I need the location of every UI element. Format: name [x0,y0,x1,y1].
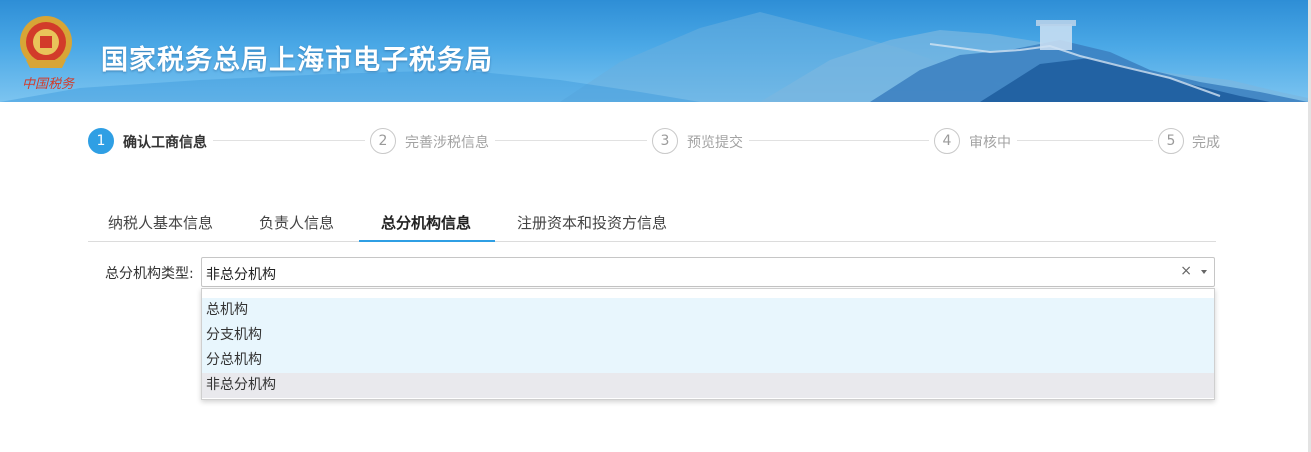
dropdown-option[interactable]: 分支机构 [202,323,1214,348]
caret-down-icon[interactable] [1201,270,1207,274]
step-5-circle: 5 [1158,128,1184,154]
step-4-circle: 4 [934,128,960,154]
step-3-circle: 3 [652,128,678,154]
step-connector [749,140,929,141]
step-connector [495,140,647,141]
tabs-divider [88,241,1216,242]
tab-capital-investor-info[interactable]: 注册资本和投资方信息 [517,212,667,233]
step-2-circle: 2 [370,128,396,154]
step-3-label: 预览提交 [687,135,743,151]
dropdown-option[interactable]: 分总机构 [202,348,1214,373]
step-connector [1017,140,1153,141]
step-5-label: 完成 [1192,135,1220,151]
step-2-label: 完善涉税信息 [405,135,489,151]
step-connector [213,140,365,141]
tab-head-branch-info[interactable]: 总分机构信息 [381,212,471,233]
dropdown-option-selected[interactable]: 非总分机构 [202,373,1214,398]
step-1-label: 确认工商信息 [123,135,207,151]
org-type-label: 总分机构类型: [105,266,194,282]
step-4-label: 审核中 [969,135,1011,151]
org-type-dropdown: 总机构 分支机构 分总机构 非总分机构 [201,288,1215,400]
step-1-circle: 1 [88,128,114,154]
tab-taxpayer-basic-info[interactable]: 纳税人基本信息 [108,212,213,233]
clear-icon[interactable]: × [1180,263,1192,279]
dropdown-option[interactable]: 总机构 [202,298,1214,323]
org-type-select[interactable]: 非总分机构 × [201,257,1215,287]
org-type-value: 非总分机构 [206,267,276,283]
active-tab-indicator [359,240,495,242]
tab-responsible-person-info[interactable]: 负责人信息 [259,212,334,233]
step-progress: 1 确认工商信息 2 完善涉税信息 3 预览提交 4 审核中 5 完成 [0,0,1311,180]
